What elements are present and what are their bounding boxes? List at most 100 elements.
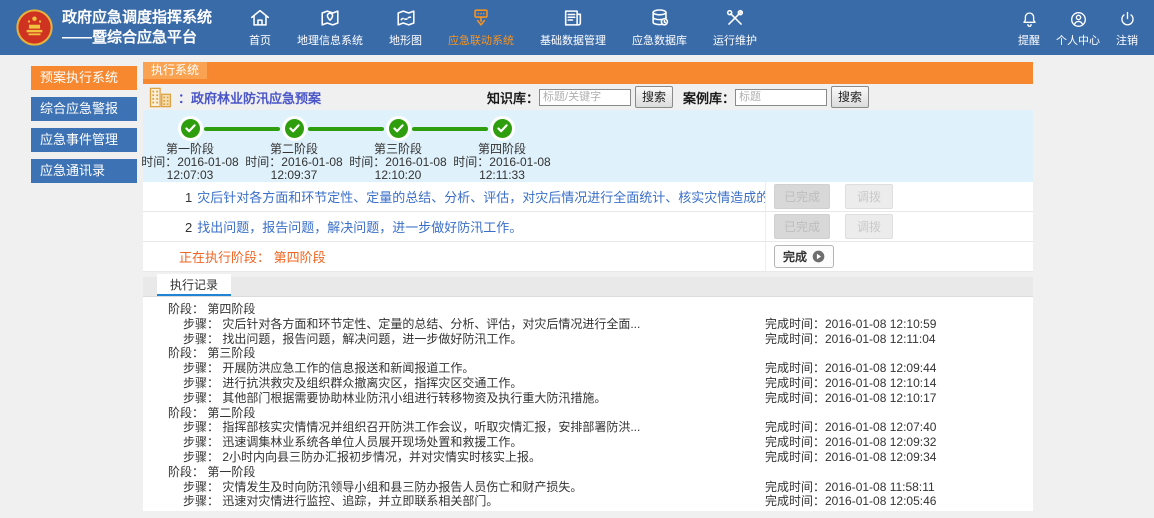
national-emblem-logo bbox=[16, 9, 53, 46]
check-icon[interactable] bbox=[181, 119, 200, 138]
user-icon bbox=[1069, 8, 1088, 29]
nav-item-label-terrain: 地形图 bbox=[389, 32, 422, 48]
stage-step-time: 12:09:37 bbox=[271, 169, 318, 182]
record-step: 步骤： 其他部门根据需要协助林业防汛小组进行转移物资及执行重大防汛措施。完成时间… bbox=[143, 391, 1033, 406]
record-step-text: 步骤： 找出问题，报告问题，解决问题，进一步做好防汛工作。 bbox=[143, 332, 765, 347]
nav-item-linkage[interactable]: 应急联动系统 bbox=[435, 7, 527, 48]
sms-hand-icon bbox=[470, 7, 492, 29]
page-body: 预案执行系统综合应急警报应急事件管理应急通讯录 执行系统 bbox=[0, 55, 1154, 518]
sidebar-item-events[interactable]: 应急事件管理 bbox=[31, 128, 137, 152]
current-stage-value: 第四阶段 bbox=[274, 250, 326, 265]
check-icon[interactable] bbox=[285, 119, 304, 138]
record-step-text: 步骤： 其他部门根据需要协助林业防汛小组进行转移物资及执行重大防汛措施。 bbox=[143, 391, 765, 406]
record-step-time: 完成时间：2016-01-08 12:07:40 bbox=[765, 420, 1033, 435]
topbar: 政府应急调度指挥系统 ——暨综合应急平台 首页 地理信息系统 地形图 应急联动系统 基础… bbox=[0, 0, 1154, 55]
app-title-line1: 政府应急调度指挥系统 bbox=[62, 8, 212, 28]
current-stage-actions: 完成 bbox=[765, 242, 1033, 271]
nav-item-label-basedata: 基础数据管理 bbox=[540, 32, 606, 48]
knowledge-search-button[interactable]: 搜索 bbox=[635, 86, 673, 108]
nav-item-maintenance[interactable]: 运行维护 bbox=[700, 7, 770, 48]
record-step-text: 步骤： 开展防洪应急工作的信息报送和新闻报道工作。 bbox=[143, 361, 765, 376]
stage-step-3: 第三阶段时间：2016-01-0812:10:20 bbox=[346, 116, 450, 182]
task-link[interactable]: 灾后针对各方面和环节定性、定量的总结、分析、评估，对灾后情况进行全面统计、核实灾… bbox=[197, 190, 765, 205]
current-stage-label: 正在执行阶段： bbox=[179, 250, 270, 265]
tab-exec-system[interactable]: 执行系统 bbox=[143, 62, 207, 79]
nav-item-home[interactable]: 首页 bbox=[236, 7, 284, 48]
sidebar: 预案执行系统综合应急警报应急事件管理应急通讯录 bbox=[31, 66, 137, 190]
task-actions-1: 已完成调拨 bbox=[765, 182, 1033, 211]
current-stage-row: 正在执行阶段： 第四阶段 完成 bbox=[143, 242, 1033, 272]
task-row-2: 2找出问题，报告问题，解决问题，进一步做好防汛工作。已完成调拨 bbox=[143, 212, 1033, 242]
app-title: 政府应急调度指挥系统 ——暨综合应急平台 bbox=[62, 8, 212, 47]
main-nav: 首页 地理信息系统 地形图 应急联动系统 基础数据管理 应急数据库 运行维护 bbox=[236, 7, 770, 48]
nav-item-gis[interactable]: 地理信息系统 bbox=[284, 7, 376, 48]
knowledge-search-label: 知识库： bbox=[487, 88, 539, 107]
task-actions-2: 已完成调拨 bbox=[765, 212, 1033, 241]
action-label-profile: 个人中心 bbox=[1056, 32, 1100, 48]
record-step-text: 步骤： 灾后针对各方面和环节定性、定量的总结、分析、评估，对灾后情况进行全面..… bbox=[143, 317, 765, 332]
stage-step-4: 第四阶段时间：2016-01-0812:11:33 bbox=[450, 116, 554, 182]
sidebar-item-alarm[interactable]: 综合应急警报 bbox=[31, 97, 137, 121]
knowledge-search-input[interactable] bbox=[539, 89, 631, 106]
record-step: 步骤： 灾情发生及时向防汛领导小组和县三防办报告人员伤亡和财产损失。完成时间：2… bbox=[143, 480, 1033, 495]
home-icon bbox=[249, 7, 271, 29]
record-step: 步骤： 灾后针对各方面和环节定性、定量的总结、分析、评估，对灾后情况进行全面..… bbox=[143, 317, 1033, 332]
task-text-2: 2找出问题，报告问题，解决问题，进一步做好防汛工作。 bbox=[143, 217, 765, 236]
record-step: 步骤： 找出问题，报告问题，解决问题，进一步做好防汛工作。完成时间：2016-0… bbox=[143, 332, 1033, 347]
execution-records-section: 执行记录 阶段： 第四阶段步骤： 灾后针对各方面和环节定性、定量的总结、分析、评… bbox=[143, 277, 1033, 511]
action-logout[interactable]: 注销 bbox=[1108, 8, 1146, 48]
tab-execution-records[interactable]: 执行记录 bbox=[157, 274, 231, 296]
power-icon bbox=[1118, 8, 1137, 29]
nav-item-database[interactable]: 应急数据库 bbox=[619, 7, 700, 48]
record-step: 步骤： 迅速对灾情进行监控、追踪，并立即联系相关部门。完成时间：2016-01-… bbox=[143, 494, 1033, 509]
record-step-time: 完成时间：2016-01-08 12:10:17 bbox=[765, 391, 1033, 406]
database-icon bbox=[649, 7, 671, 29]
record-stage: 阶段： 第一阶段 bbox=[143, 465, 1033, 480]
stage-step-time: 12:07:03 bbox=[167, 169, 214, 182]
search-cluster: 知识库： 搜索 案例库： 搜索 bbox=[487, 84, 869, 110]
task-table: 1灾后针对各方面和环节定性、定量的总结、分析、评估，对灾后情况进行全面统计、核实… bbox=[143, 182, 1033, 272]
record-step-text: 步骤： 指挥部核实灾情情况并组织召开防洪工作会议，听取灾情汇报，安排部署防洪..… bbox=[143, 420, 765, 435]
plan-row: ：政府林业防汛应急预案 知识库： 搜索 案例库： 搜索 bbox=[143, 84, 1033, 110]
task-row-1: 1灾后针对各方面和环节定性、定量的总结、分析、评估，对灾后情况进行全面统计、核实… bbox=[143, 182, 1033, 212]
finish-button[interactable]: 完成 bbox=[774, 245, 834, 268]
nav-item-label-gis: 地理信息系统 bbox=[297, 32, 363, 48]
nav-item-label-database: 应急数据库 bbox=[632, 32, 687, 48]
action-alerts[interactable]: 提醒 bbox=[1010, 8, 1048, 48]
buildings-icon bbox=[149, 87, 173, 108]
sidebar-item-plan-exec[interactable]: 预案执行系统 bbox=[31, 66, 137, 90]
plan-title-link[interactable]: ：政府林业防汛应急预案 bbox=[178, 88, 321, 107]
dispatch-button: 调拨 bbox=[845, 184, 893, 209]
app-title-line2: ——暨综合应急平台 bbox=[62, 28, 212, 48]
play-circle-icon bbox=[812, 250, 825, 263]
stage-step-1: 第一阶段时间：2016-01-0812:07:03 bbox=[138, 116, 242, 182]
nav-item-basedata[interactable]: 基础数据管理 bbox=[527, 7, 619, 48]
case-search-input[interactable] bbox=[735, 89, 827, 106]
sidebar-item-contacts[interactable]: 应急通讯录 bbox=[31, 159, 137, 183]
nav-item-label-home: 首页 bbox=[249, 32, 271, 48]
topbar-actions: 提醒个人中心注销 bbox=[1010, 8, 1154, 48]
task-text-1: 1灾后针对各方面和环节定性、定量的总结、分析、评估，对灾后情况进行全面统计、核实… bbox=[143, 187, 765, 206]
nav-item-label-maintenance: 运行维护 bbox=[713, 32, 757, 48]
action-profile[interactable]: 个人中心 bbox=[1048, 8, 1108, 48]
record-step-time: 完成时间：2016-01-08 12:09:44 bbox=[765, 361, 1033, 376]
record-step-time: 完成时间：2016-01-08 12:10:14 bbox=[765, 376, 1033, 391]
case-search-button[interactable]: 搜索 bbox=[831, 86, 869, 108]
nav-item-terrain[interactable]: 地形图 bbox=[376, 7, 435, 48]
record-step: 步骤： 开展防洪应急工作的信息报送和新闻报道工作。完成时间：2016-01-08… bbox=[143, 361, 1033, 376]
record-step-time: 完成时间：2016-01-08 12:11:04 bbox=[765, 332, 1033, 347]
check-icon[interactable] bbox=[389, 119, 408, 138]
record-step-time: 完成时间：2016-01-08 11:58:11 bbox=[765, 480, 1033, 495]
check-icon[interactable] bbox=[493, 119, 512, 138]
record-step-time: 完成时间：2016-01-08 12:09:32 bbox=[765, 435, 1033, 450]
task-rows: 1灾后针对各方面和环节定性、定量的总结、分析、评估，对灾后情况进行全面统计、核实… bbox=[143, 182, 1033, 242]
record-step-text: 步骤： 2小时内向县三防办汇报初步情况，并对灾情实时核实上报。 bbox=[143, 450, 765, 465]
terrain-map-icon bbox=[395, 7, 417, 29]
record-step-time: 完成时间：2016-01-08 12:05:46 bbox=[765, 494, 1033, 509]
record-step-time: 完成时间：2016-01-08 12:09:34 bbox=[765, 450, 1033, 465]
nav-item-label-linkage: 应急联动系统 bbox=[448, 32, 514, 48]
stage-step-time: 12:10:20 bbox=[375, 169, 422, 182]
completed-button: 已完成 bbox=[774, 184, 830, 209]
task-link[interactable]: 找出问题，报告问题，解决问题，进一步做好防汛工作。 bbox=[197, 220, 522, 235]
dispatch-button: 调拨 bbox=[845, 214, 893, 239]
